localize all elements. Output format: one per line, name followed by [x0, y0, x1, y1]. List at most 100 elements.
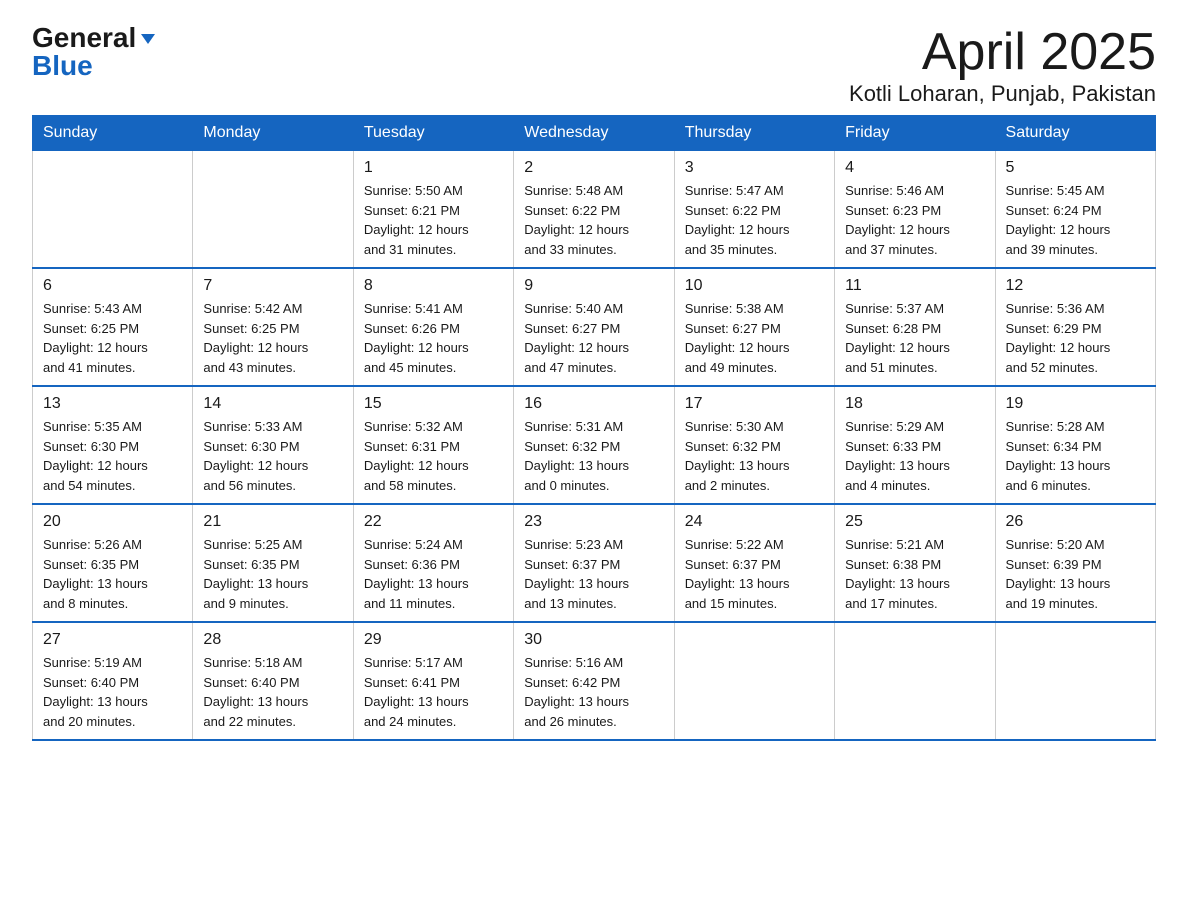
day-info: Sunrise: 5:31 AM Sunset: 6:32 PM Dayligh…	[524, 417, 663, 495]
day-number: 26	[1006, 513, 1145, 531]
day-number: 20	[43, 513, 182, 531]
calendar-cell: 21Sunrise: 5:25 AM Sunset: 6:35 PM Dayli…	[193, 504, 353, 622]
day-info: Sunrise: 5:32 AM Sunset: 6:31 PM Dayligh…	[364, 417, 503, 495]
day-number: 18	[845, 395, 984, 413]
day-number: 2	[524, 159, 663, 177]
calendar-cell: 13Sunrise: 5:35 AM Sunset: 6:30 PM Dayli…	[33, 386, 193, 504]
calendar-cell: 9 Sunrise: 5:40 AM Sunset: 6:27 PM Daylig…	[514, 268, 674, 386]
day-info: Sunrise: 5:42 AM Sunset: 6:25 PM Dayligh…	[203, 299, 342, 377]
day-number: 14	[203, 395, 342, 413]
day-info: Sunrise: 5:24 AM Sunset: 6:36 PM Dayligh…	[364, 535, 503, 613]
calendar-cell: 5Sunrise: 5:45 AM Sunset: 6:24 PM Daylig…	[995, 151, 1155, 269]
calendar-cell: 3Sunrise: 5:47 AM Sunset: 6:22 PM Daylig…	[674, 151, 834, 269]
calendar-cell	[193, 151, 353, 269]
calendar-cell: 11 Sunrise: 5:37 AM Sunset: 6:28 PM Dayli…	[835, 268, 995, 386]
calendar-cell: 17 Sunrise: 5:30 AM Sunset: 6:32 PM Dayli…	[674, 386, 834, 504]
day-number: 17	[685, 395, 824, 413]
day-number: 12	[1006, 277, 1145, 295]
day-info: Sunrise: 5:29 AM Sunset: 6:33 PM Dayligh…	[845, 417, 984, 495]
day-number: 1	[364, 159, 503, 177]
logo: General Blue	[32, 24, 157, 80]
day-info: Sunrise: 5:26 AM Sunset: 6:35 PM Dayligh…	[43, 535, 182, 613]
calendar-cell: 10 Sunrise: 5:38 AM Sunset: 6:27 PM Dayli…	[674, 268, 834, 386]
day-info: Sunrise: 5:45 AM Sunset: 6:24 PM Dayligh…	[1006, 181, 1145, 259]
calendar-week-1: 1 Sunrise: 5:50 AM Sunset: 6:21 PM Daylig…	[33, 151, 1156, 269]
day-number: 19	[1006, 395, 1145, 413]
calendar-cell: 8 Sunrise: 5:41 AM Sunset: 6:26 PM Daylig…	[353, 268, 513, 386]
calendar-cell	[674, 622, 834, 740]
header-cell-sunday: Sunday	[33, 116, 193, 151]
calendar-cell	[995, 622, 1155, 740]
calendar-table: SundayMondayTuesdayWednesdayThursdayFrid…	[32, 115, 1156, 741]
day-number: 9	[524, 277, 663, 295]
day-number: 23	[524, 513, 663, 531]
day-number: 16	[524, 395, 663, 413]
calendar-cell: 19 Sunrise: 5:28 AM Sunset: 6:34 PM Dayli…	[995, 386, 1155, 504]
calendar-location: Kotli Loharan, Punjab, Pakistan	[849, 81, 1156, 107]
calendar-cell: 7Sunrise: 5:42 AM Sunset: 6:25 PM Daylig…	[193, 268, 353, 386]
day-info: Sunrise: 5:20 AM Sunset: 6:39 PM Dayligh…	[1006, 535, 1145, 613]
day-info: Sunrise: 5:30 AM Sunset: 6:32 PM Dayligh…	[685, 417, 824, 495]
day-number: 30	[524, 631, 663, 649]
calendar-cell: 30 Sunrise: 5:16 AM Sunset: 6:42 PM Dayli…	[514, 622, 674, 740]
header-cell-saturday: Saturday	[995, 116, 1155, 151]
calendar-cell: 24 Sunrise: 5:22 AM Sunset: 6:37 PM Dayli…	[674, 504, 834, 622]
calendar-week-4: 20 Sunrise: 5:26 AM Sunset: 6:35 PM Dayli…	[33, 504, 1156, 622]
calendar-cell: 27 Sunrise: 5:19 AM Sunset: 6:40 PM Dayli…	[33, 622, 193, 740]
day-number: 8	[364, 277, 503, 295]
day-info: Sunrise: 5:37 AM Sunset: 6:28 PM Dayligh…	[845, 299, 984, 377]
day-number: 29	[364, 631, 503, 649]
day-info: Sunrise: 5:40 AM Sunset: 6:27 PM Dayligh…	[524, 299, 663, 377]
day-number: 28	[203, 631, 342, 649]
logo-blue-text: Blue	[32, 50, 93, 81]
header-cell-wednesday: Wednesday	[514, 116, 674, 151]
day-info: Sunrise: 5:35 AM Sunset: 6:30 PM Dayligh…	[43, 417, 182, 495]
calendar-cell: 25 Sunrise: 5:21 AM Sunset: 6:38 PM Dayli…	[835, 504, 995, 622]
calendar-cell	[33, 151, 193, 269]
calendar-body: 1 Sunrise: 5:50 AM Sunset: 6:21 PM Daylig…	[33, 151, 1156, 741]
calendar-cell: 18 Sunrise: 5:29 AM Sunset: 6:33 PM Dayli…	[835, 386, 995, 504]
calendar-cell: 20 Sunrise: 5:26 AM Sunset: 6:35 PM Dayli…	[33, 504, 193, 622]
day-info: Sunrise: 5:16 AM Sunset: 6:42 PM Dayligh…	[524, 653, 663, 731]
day-info: Sunrise: 5:28 AM Sunset: 6:34 PM Dayligh…	[1006, 417, 1145, 495]
calendar-week-5: 27 Sunrise: 5:19 AM Sunset: 6:40 PM Dayli…	[33, 622, 1156, 740]
calendar-cell: 4Sunrise: 5:46 AM Sunset: 6:23 PM Daylig…	[835, 151, 995, 269]
calendar-week-2: 6 Sunrise: 5:43 AM Sunset: 6:25 PM Daylig…	[33, 268, 1156, 386]
page-header: General Blue April 2025 Kotli Loharan, P…	[32, 24, 1156, 107]
calendar-cell: 29 Sunrise: 5:17 AM Sunset: 6:41 PM Dayli…	[353, 622, 513, 740]
day-number: 10	[685, 277, 824, 295]
day-number: 27	[43, 631, 182, 649]
day-info: Sunrise: 5:25 AM Sunset: 6:35 PM Dayligh…	[203, 535, 342, 613]
day-info: Sunrise: 5:41 AM Sunset: 6:26 PM Dayligh…	[364, 299, 503, 377]
day-info: Sunrise: 5:38 AM Sunset: 6:27 PM Dayligh…	[685, 299, 824, 377]
calendar-cell: 1 Sunrise: 5:50 AM Sunset: 6:21 PM Daylig…	[353, 151, 513, 269]
calendar-cell: 14Sunrise: 5:33 AM Sunset: 6:30 PM Dayli…	[193, 386, 353, 504]
calendar-cell: 12Sunrise: 5:36 AM Sunset: 6:29 PM Dayli…	[995, 268, 1155, 386]
calendar-cell: 2Sunrise: 5:48 AM Sunset: 6:22 PM Daylig…	[514, 151, 674, 269]
calendar-cell: 15 Sunrise: 5:32 AM Sunset: 6:31 PM Dayli…	[353, 386, 513, 504]
day-info: Sunrise: 5:18 AM Sunset: 6:40 PM Dayligh…	[203, 653, 342, 731]
day-number: 24	[685, 513, 824, 531]
header-cell-monday: Monday	[193, 116, 353, 151]
day-number: 11	[845, 277, 984, 295]
title-section: April 2025 Kotli Loharan, Punjab, Pakist…	[849, 24, 1156, 107]
day-number: 25	[845, 513, 984, 531]
calendar-header: SundayMondayTuesdayWednesdayThursdayFrid…	[33, 116, 1156, 151]
header-cell-thursday: Thursday	[674, 116, 834, 151]
header-cell-friday: Friday	[835, 116, 995, 151]
day-info: Sunrise: 5:50 AM Sunset: 6:21 PM Dayligh…	[364, 181, 503, 259]
logo-arrow-icon	[136, 28, 157, 48]
day-number: 6	[43, 277, 182, 295]
day-info: Sunrise: 5:17 AM Sunset: 6:41 PM Dayligh…	[364, 653, 503, 731]
day-info: Sunrise: 5:47 AM Sunset: 6:22 PM Dayligh…	[685, 181, 824, 259]
calendar-cell: 22Sunrise: 5:24 AM Sunset: 6:36 PM Dayli…	[353, 504, 513, 622]
day-info: Sunrise: 5:19 AM Sunset: 6:40 PM Dayligh…	[43, 653, 182, 731]
day-number: 15	[364, 395, 503, 413]
day-info: Sunrise: 5:22 AM Sunset: 6:37 PM Dayligh…	[685, 535, 824, 613]
day-info: Sunrise: 5:23 AM Sunset: 6:37 PM Dayligh…	[524, 535, 663, 613]
header-row: SundayMondayTuesdayWednesdayThursdayFrid…	[33, 116, 1156, 151]
calendar-cell: 26 Sunrise: 5:20 AM Sunset: 6:39 PM Dayli…	[995, 504, 1155, 622]
day-info: Sunrise: 5:43 AM Sunset: 6:25 PM Dayligh…	[43, 299, 182, 377]
day-number: 4	[845, 159, 984, 177]
day-info: Sunrise: 5:21 AM Sunset: 6:38 PM Dayligh…	[845, 535, 984, 613]
